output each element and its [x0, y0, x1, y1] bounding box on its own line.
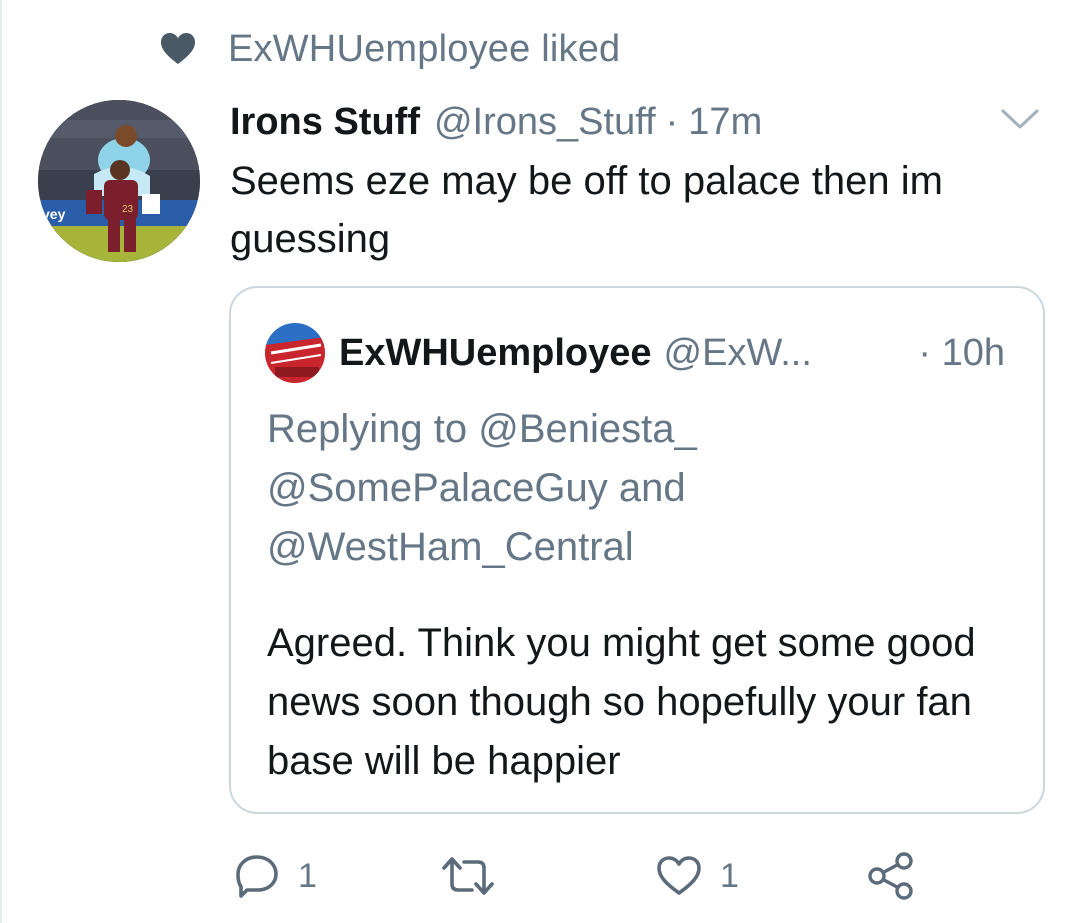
heart-icon [161, 33, 195, 64]
avatar[interactable]: vey 23 [38, 100, 200, 262]
like-icon[interactable] [656, 855, 702, 897]
reply-count: 1 [298, 856, 317, 895]
share-icon[interactable] [866, 851, 916, 901]
context-text[interactable]: ExWHUemployee liked [228, 28, 620, 71]
quoted-tweet-header: ExWHUemployee @ExW... · 10h [265, 322, 1009, 384]
left-divider [0, 0, 2, 923]
quoted-user-handle: @ExW... [663, 331, 812, 374]
reply-action[interactable]: 1 [234, 846, 317, 906]
svg-text:23: 23 [122, 204, 134, 215]
like-count: 1 [720, 856, 739, 895]
chevron-down-icon[interactable] [1000, 105, 1040, 133]
svg-text:vey: vey [42, 206, 66, 222]
quoted-timestamp: · 10h [918, 331, 1005, 374]
share-action[interactable] [866, 846, 916, 906]
tweet-header: Irons Stuff @Irons_Stuff · 17m [230, 97, 1040, 147]
tweet-text: Seems eze may be off to palace then im g… [230, 159, 943, 261]
quoted-tweet[interactable]: ExWHUemployee @ExW... · 10h Replying to … [229, 286, 1045, 814]
like-action[interactable]: 1 [656, 846, 739, 906]
timestamp[interactable]: 17m [688, 101, 762, 144]
social-context: ExWHUemployee liked [160, 24, 620, 74]
reply-icon[interactable] [234, 853, 280, 899]
user-handle[interactable]: @Irons_Stuff [434, 101, 656, 144]
replying-to: Replying to @Beniesta_ @SomePalaceGuy an… [267, 407, 697, 569]
separator-dot: · [665, 100, 679, 143]
display-name[interactable]: Irons Stuff [230, 101, 420, 144]
quoted-display-name: ExWHUemployee [339, 331, 652, 374]
action-bar: 1 1 [230, 846, 930, 906]
tweet-screen: ExWHUemployee liked vey 23 Irons Stuff @… [0, 0, 1080, 923]
quoted-avatar [265, 323, 325, 383]
retweet-action[interactable] [440, 846, 514, 906]
quoted-tweet-text: Agreed. Think you might get some good ne… [267, 621, 976, 783]
retweet-icon[interactable] [440, 854, 496, 898]
